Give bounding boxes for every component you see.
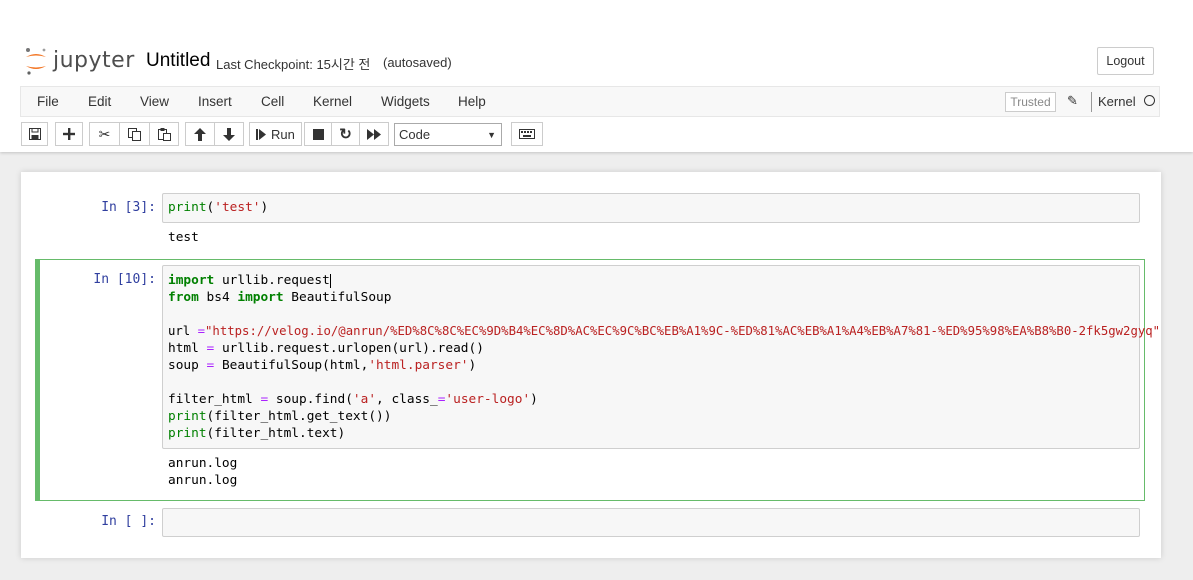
kernel-idle-icon [1144,95,1155,106]
code-token: ) [260,200,269,215]
restart-run-all-button[interactable] [359,122,389,146]
code-token: ) [530,392,538,407]
menu-help[interactable]: Help [458,94,486,109]
code-input[interactable]: print('test') [162,193,1140,223]
code-token: 'a' [352,392,377,407]
code-token: = [260,392,269,407]
cell-output: anrun.log anrun.log [168,455,237,489]
code-token: urllib.request.urlopen(url).read() [214,341,484,356]
code-token: , class_ [376,392,438,407]
code-token: BeautifulSoup [283,290,392,305]
copy-icon [128,127,141,141]
code-token: 'html.parser' [368,358,469,373]
menu-widgets[interactable]: Widgets [381,94,430,109]
trusted-indicator[interactable]: Trusted [1005,92,1056,112]
menu-insert[interactable]: Insert [198,94,232,109]
code-input[interactable] [162,508,1140,537]
cell-output: test [168,229,199,246]
code-token: 'user-logo' [445,392,531,407]
menubar: File Edit View Insert Cell Kernel Widget… [20,86,1160,117]
code-cell[interactable]: In [ ]: [36,503,1146,543]
notebook-container: In [3]: print('test') test In [10]: impo… [21,172,1161,558]
code-token: 'test' [214,200,261,215]
code-token: from [168,290,199,305]
save-icon [28,128,41,140]
code-cell-selected[interactable]: In [10]: import urllib.request from bs4 … [35,259,1160,501]
input-prompt: In [3]: [101,200,156,215]
menu-file[interactable]: File [37,94,59,109]
autosave-status: (autosaved) [383,55,452,70]
code-token: print [168,426,207,441]
code-input[interactable]: import urllib.request from bs4 import Be… [162,265,1160,449]
menu-view[interactable]: View [140,94,169,109]
paste-icon [157,127,171,141]
input-prompt: In [10]: [93,272,156,287]
stop-icon [312,128,324,140]
cell-type-select[interactable]: Code ▼ [394,123,502,146]
jupyter-logo[interactable]: jupyter [24,44,134,78]
run-label: Run [271,126,295,142]
logout-button[interactable]: Logout [1097,47,1154,75]
output-line: anrun.log [168,456,238,471]
move-up-button[interactable] [185,122,215,146]
toolbar: ✂ Run ↻ Code ▼ [20,122,560,148]
code-token: print [168,200,207,215]
code-token: url [168,324,198,338]
output-line: test [168,230,199,245]
step-forward-icon [256,128,266,140]
save-button[interactable] [21,122,48,146]
menu-kernel[interactable]: Kernel [313,94,352,109]
code-token: filter_html [168,392,261,407]
code-token: "https://velog.io/@anrun/%ED%8C%8C%EC%9D… [205,324,1161,338]
top-chrome: jupyter Untitled Last Checkpoint: 15시간 전… [0,0,1193,152]
paste-button[interactable] [149,122,179,146]
text-cursor [329,273,331,288]
output-line: anrun.log [168,473,238,488]
command-palette-button[interactable] [511,122,543,146]
code-token: soup.find( [268,392,353,407]
input-prompt: In [ ]: [101,514,156,529]
cut-button[interactable]: ✂ [89,122,120,146]
menu-edit[interactable]: Edit [88,94,111,109]
arrow-down-icon [223,127,235,141]
code-token: html [168,341,207,356]
move-down-button[interactable] [214,122,244,146]
plus-icon [63,128,75,140]
menu-cell[interactable]: Cell [261,94,284,109]
code-token: soup [168,358,207,373]
code-token: import [168,273,215,288]
insert-cell-button[interactable] [55,122,83,146]
arrow-up-icon [194,127,206,141]
checkpoint-status: Last Checkpoint: 15시간 전 [216,57,371,72]
restart-icon: ↻ [339,126,352,143]
code-token: = [197,324,206,338]
jupyter-logo-text: jupyter [53,47,135,73]
code-token: urllib.request [214,273,330,288]
code-token: ) [468,358,477,373]
kernel-divider [1091,92,1092,112]
run-button[interactable]: Run [249,122,302,146]
cell-type-value: Code [399,127,431,142]
code-token: bs4 [198,290,238,305]
code-token: BeautifulSoup(html, [214,358,369,373]
fast-forward-icon [367,128,381,140]
pencil-icon[interactable]: ✎ [1067,93,1078,109]
scissors-icon: ✂ [98,125,111,142]
chevron-down-icon: ▼ [487,130,496,140]
keyboard-icon [519,129,535,139]
code-token: (filter_html.text) [206,426,346,441]
jupyter-logo-icon [24,44,48,78]
copy-button[interactable] [119,122,150,146]
header: jupyter Untitled Last Checkpoint: 15시간 전… [0,0,1193,86]
code-token: import [237,290,284,305]
code-cell[interactable]: In [3]: print('test') test [36,188,1146,256]
code-token: print [168,409,207,424]
interrupt-button[interactable] [304,122,332,146]
restart-button[interactable]: ↻ [331,122,360,146]
kernel-name: Kernel [1098,94,1136,109]
code-token: (filter_html.get_text()) [206,409,392,424]
notebook-title[interactable]: Untitled [146,50,210,72]
